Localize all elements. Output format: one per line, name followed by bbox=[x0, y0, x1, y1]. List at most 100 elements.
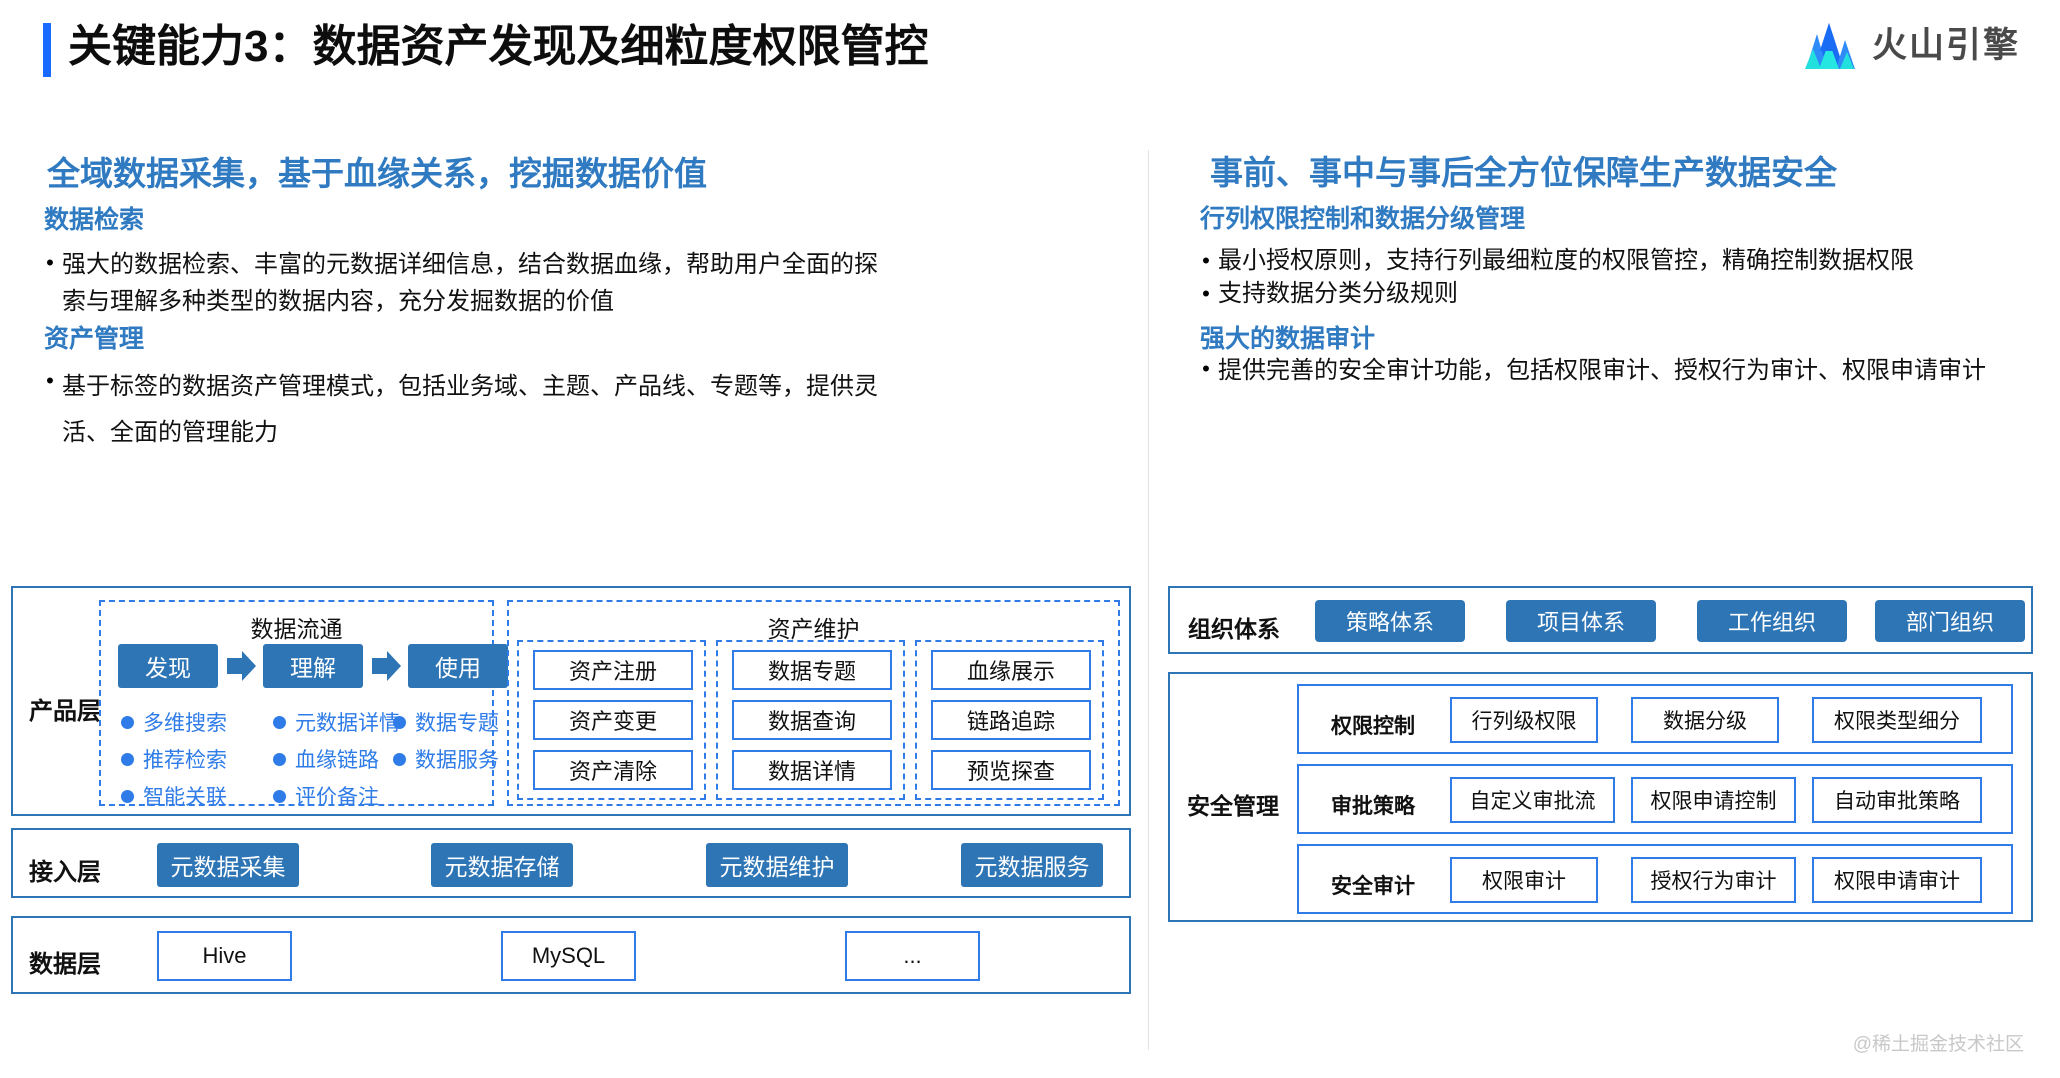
maint-item-link-trace[interactable]: 链路追踪 bbox=[931, 700, 1091, 740]
flow-link-item[interactable]: 多维搜索 bbox=[121, 707, 227, 737]
asset-maintenance-group-title: 资产维护 bbox=[767, 616, 860, 642]
maint-column-2: 数据专题 数据查询 数据详情 bbox=[716, 640, 905, 800]
access-item-metadata-maintain[interactable]: 元数据维护 bbox=[706, 843, 848, 887]
column-divider bbox=[1148, 150, 1149, 1050]
security-item-permission-audit[interactable]: 权限审计 bbox=[1450, 857, 1598, 903]
bullet-dot-icon bbox=[121, 752, 134, 766]
bullet-dot-icon: • bbox=[46, 250, 54, 275]
security-layer-label: 安全管理 bbox=[1187, 793, 1279, 819]
security-row-approval-policy: 审批策略 自定义审批流 权限申请控制 自动审批策略 bbox=[1297, 764, 2013, 834]
org-item-work-org[interactable]: 工作组织 bbox=[1697, 600, 1847, 642]
org-item-department-org[interactable]: 部门组织 bbox=[1875, 600, 2025, 642]
flow-link-label: 多维搜索 bbox=[143, 712, 227, 735]
maint-item-data-query[interactable]: 数据查询 bbox=[732, 700, 892, 740]
flow-link-item[interactable]: 推荐检索 bbox=[121, 744, 227, 774]
security-item-permission-request-control[interactable]: 权限申请控制 bbox=[1631, 777, 1796, 823]
flow-link-item[interactable]: 智能关联 bbox=[121, 781, 227, 811]
right-bullet-2: • 支持数据分类分级规则 bbox=[1194, 277, 2054, 310]
security-item-row-col-permission[interactable]: 行列级权限 bbox=[1450, 697, 1598, 743]
data-layer-panel: 数据层 Hive MySQL ... bbox=[11, 916, 1131, 994]
flow-link-item[interactable]: 元数据详情 bbox=[273, 707, 400, 737]
left-bullet-1-text: 强大的数据检索、丰富的元数据详细信息，结合数据血缘，帮助用户全面的探索与理解多种… bbox=[62, 251, 878, 315]
right-section-title: 事前、事中与事后全方位保障生产数据安全 bbox=[1210, 154, 1837, 191]
flow-link-label: 元数据详情 bbox=[295, 712, 400, 735]
left-subtitle-asset-mgmt: 资产管理 bbox=[44, 325, 145, 353]
security-item-data-grading[interactable]: 数据分级 bbox=[1631, 697, 1779, 743]
arrow-right-icon bbox=[372, 651, 401, 681]
security-row-security-audit: 安全审计 权限审计 授权行为审计 权限申请审计 bbox=[1297, 844, 2013, 914]
bullet-dot-icon bbox=[273, 789, 286, 803]
watermark: @稀土掘金技术社区 bbox=[1852, 1034, 2024, 1055]
maint-column-1: 资产注册 资产变更 资产清除 bbox=[517, 640, 706, 800]
security-row-permission-control: 权限控制 行列级权限 数据分级 权限类型细分 bbox=[1297, 684, 2013, 754]
flow-link-label: 血缘链路 bbox=[295, 749, 379, 772]
right-subtitle-data-audit: 强大的数据审计 bbox=[1200, 325, 1376, 353]
right-bullet-3-text: 提供完善的安全审计功能，包括权限审计、授权行为审计、权限申请审计 bbox=[1218, 357, 1986, 384]
access-layer-label: 接入层 bbox=[29, 859, 101, 886]
data-flow-group: 数据流通 发现 理解 使用 多维搜索 推荐检索 智能关联 元数据详情 血缘链路 … bbox=[99, 600, 508, 809]
maint-item-data-topic[interactable]: 数据专题 bbox=[732, 650, 892, 690]
access-item-metadata-service[interactable]: 元数据服务 bbox=[961, 843, 1103, 887]
data-item-hive[interactable]: Hive bbox=[157, 931, 292, 981]
org-item-project-system[interactable]: 项目体系 bbox=[1506, 600, 1656, 642]
security-item-permission-request-audit[interactable]: 权限申请审计 bbox=[1812, 857, 1982, 903]
flow-link-label: 数据服务 bbox=[415, 749, 499, 772]
security-row-label: 权限控制 bbox=[1331, 715, 1415, 738]
maint-item-asset-change[interactable]: 资产变更 bbox=[533, 700, 693, 740]
bullet-dot-icon: • bbox=[46, 368, 54, 393]
bullet-dot-icon bbox=[121, 789, 134, 803]
brand-logo: 火山引擎 bbox=[1800, 22, 2020, 70]
bullet-dot-icon bbox=[121, 715, 134, 729]
data-flow-group-title: 数据流通 bbox=[250, 616, 343, 642]
org-item-policy-system[interactable]: 策略体系 bbox=[1315, 600, 1465, 642]
title-accent-bar bbox=[43, 23, 51, 77]
security-item-authorization-behavior-audit[interactable]: 授权行为审计 bbox=[1631, 857, 1796, 903]
right-bullet-list-1: • 最小授权原则，支持行列最细粒度的权限管控，精确控制数据权限 • 支持数据分类… bbox=[1194, 244, 2054, 310]
flow-link-item[interactable]: 数据服务 bbox=[393, 744, 499, 774]
data-layer-label: 数据层 bbox=[29, 951, 101, 978]
access-layer-panel: 接入层 元数据采集 元数据存储 元数据维护 元数据服务 bbox=[11, 828, 1131, 898]
right-subtitle-row-col-perm: 行列权限控制和数据分级管理 bbox=[1200, 205, 1526, 233]
flow-link-label: 评价备注 bbox=[295, 786, 379, 809]
maint-item-lineage-view[interactable]: 血缘展示 bbox=[931, 650, 1091, 690]
flow-link-item[interactable]: 血缘链路 bbox=[273, 744, 379, 774]
product-layer-label: 产品层 bbox=[29, 698, 101, 725]
left-column: 全域数据采集，基于血缘关系，挖掘数据价值 数据检索 • 强大的数据检索、丰富的元… bbox=[0, 104, 1148, 1078]
access-item-metadata-collect[interactable]: 元数据采集 bbox=[157, 843, 299, 887]
product-layer-panel: 产品层 数据流通 发现 理解 使用 多维搜索 推荐检索 智能关联 元数据详情 血… bbox=[11, 586, 1131, 816]
access-item-metadata-store[interactable]: 元数据存储 bbox=[431, 843, 573, 887]
right-bullet-1: • 最小授权原则，支持行列最细粒度的权限管控，精确控制数据权限 bbox=[1194, 244, 2054, 277]
page-title: 关键能力3：数据资产发现及细粒度权限管控 bbox=[68, 22, 929, 71]
security-row-label: 安全审计 bbox=[1331, 875, 1415, 898]
data-item-mysql[interactable]: MySQL bbox=[501, 931, 636, 981]
flow-link-item[interactable]: 数据专题 bbox=[393, 707, 499, 737]
left-bullet-1: • 强大的数据检索、丰富的元数据详细信息，结合数据血缘，帮助用户全面的探索与理解… bbox=[38, 246, 878, 320]
maint-item-preview-explore[interactable]: 预览探查 bbox=[931, 750, 1091, 790]
flow-step-discover[interactable]: 发现 bbox=[118, 644, 218, 688]
page-header: 关键能力3：数据资产发现及细粒度权限管控 火山引擎 bbox=[0, 0, 2060, 104]
bullet-dot-icon: • bbox=[1202, 281, 1210, 306]
maint-item-data-detail[interactable]: 数据详情 bbox=[732, 750, 892, 790]
security-item-auto-approval-policy[interactable]: 自动审批策略 bbox=[1812, 777, 1982, 823]
data-item-more[interactable]: ... bbox=[845, 931, 980, 981]
security-management-panel: 安全管理 权限控制 行列级权限 数据分级 权限类型细分 审批策略 自定义审批流 … bbox=[1168, 672, 2033, 922]
org-layer-label: 组织体系 bbox=[1188, 616, 1280, 642]
maint-item-asset-register[interactable]: 资产注册 bbox=[533, 650, 693, 690]
right-bullet-2-text: 支持数据分类分级规则 bbox=[1218, 280, 1458, 307]
bullet-dot-icon: • bbox=[1202, 248, 1210, 273]
arrow-right-icon bbox=[227, 651, 256, 681]
flow-link-item[interactable]: 评价备注 bbox=[273, 781, 379, 811]
right-column: 事前、事中与事后全方位保障生产数据安全 行列权限控制和数据分级管理 • 最小授权… bbox=[1150, 104, 2060, 1078]
maint-column-3: 血缘展示 链路追踪 预览探查 bbox=[915, 640, 1104, 800]
left-section-title: 全域数据采集，基于血缘关系，挖掘数据价值 bbox=[47, 155, 707, 192]
security-item-custom-approval-flow[interactable]: 自定义审批流 bbox=[1450, 777, 1615, 823]
bullet-dot-icon: • bbox=[1202, 356, 1210, 381]
maint-item-asset-clear[interactable]: 资产清除 bbox=[533, 750, 693, 790]
security-item-permission-type-detail[interactable]: 权限类型细分 bbox=[1812, 697, 1982, 743]
brand-name: 火山引擎 bbox=[1871, 26, 2020, 65]
flow-step-use[interactable]: 使用 bbox=[408, 644, 508, 688]
volcano-mountain-icon bbox=[1804, 23, 1855, 69]
flow-link-label: 推荐检索 bbox=[143, 749, 227, 772]
flow-step-understand[interactable]: 理解 bbox=[263, 644, 363, 688]
org-system-panel: 组织体系 策略体系 项目体系 工作组织 部门组织 bbox=[1168, 586, 2033, 654]
